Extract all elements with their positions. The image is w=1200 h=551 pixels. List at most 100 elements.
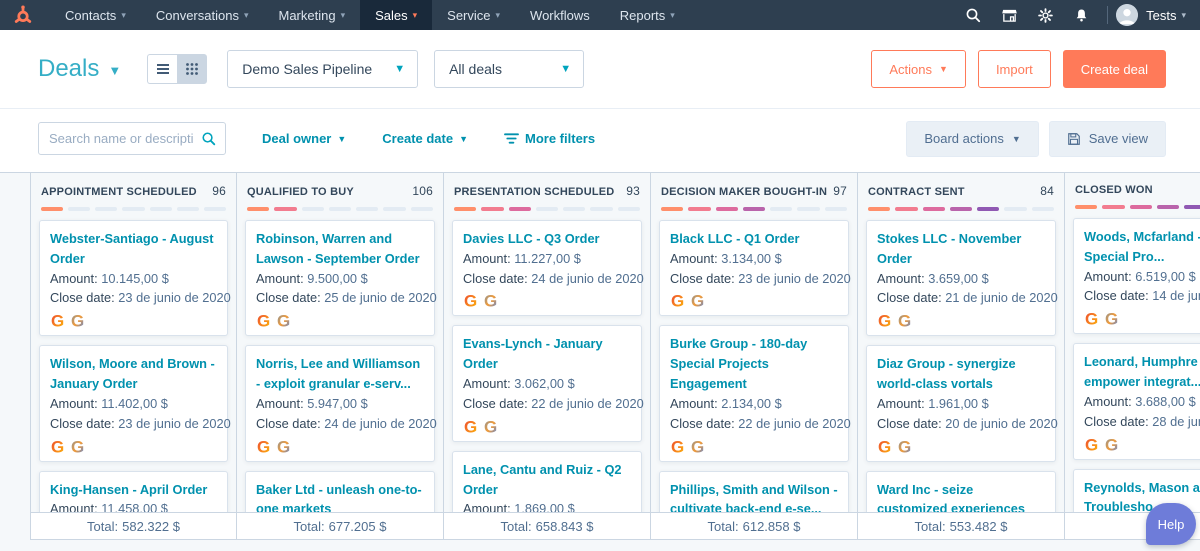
notifications-icon[interactable]: [1063, 0, 1099, 30]
nav-item-sales[interactable]: Sales ▾: [360, 0, 433, 30]
search-icon[interactable]: [955, 0, 991, 30]
deal-card[interactable]: Stokes LLC - November Order Amount: 3.659…: [866, 220, 1058, 337]
page-title[interactable]: Deals ▼: [38, 55, 121, 83]
svg-text:G: G: [671, 292, 684, 311]
create-deal-button[interactable]: Create deal: [1062, 50, 1166, 88]
import-button[interactable]: Import: [977, 50, 1051, 88]
nav-item-label: Conversations: [155, 7, 239, 23]
deal-card-title[interactable]: Norris, Lee and Williamson - exploit gra…: [256, 354, 424, 394]
deal-card-title[interactable]: Webster-Santiago - August Order: [50, 229, 217, 269]
deal-card[interactable]: Ward Inc - seize customized experiencesA…: [866, 470, 1056, 512]
deal-card[interactable]: Diaz Group - synergize world-class vorta…: [866, 345, 1058, 462]
svg-text:G: G: [1085, 435, 1098, 454]
amount-label: Amount:: [463, 376, 511, 392]
nav-item-service[interactable]: Service ▾: [432, 0, 515, 30]
nav-item-conversations[interactable]: Conversations ▾: [141, 0, 264, 30]
deals-view-select[interactable]: All deals ▼: [434, 50, 585, 88]
save-icon: [1067, 132, 1080, 145]
pipeline-select[interactable]: Demo Sales Pipeline ▼: [227, 50, 419, 88]
company-g-icon: G: [691, 437, 704, 456]
deal-card-title[interactable]: Stokes LLC - November Order: [877, 229, 1045, 269]
company-g-icon: G: [1085, 435, 1098, 454]
amount-value: 10.145,00 $: [101, 270, 169, 286]
chevron-down-icon: ▼: [459, 133, 469, 144]
deal-card[interactable]: Black LLC - Q1 Order Amount: 3.134,00 $ Cl…: [659, 220, 851, 317]
company-g-icon: G: [277, 312, 290, 331]
deal-card-title[interactable]: Ward Inc - seize customized experiences: [877, 480, 1045, 512]
deal-card-title[interactable]: Robinson, Warren and Lawson - September …: [256, 229, 424, 269]
company-logos: GG: [1084, 435, 1200, 454]
account-menu[interactable]: Tests ▾: [1146, 8, 1186, 23]
deal-card-title[interactable]: Evans-Lynch - January Order: [463, 334, 631, 374]
column-cards: Stokes LLC - November Order Amount: 3.659…: [858, 211, 1064, 512]
svg-text:G: G: [1105, 310, 1118, 329]
nav-item-contacts[interactable]: Contacts ▾: [50, 0, 141, 30]
actions-button[interactable]: Actions ▼: [871, 50, 966, 88]
create-date-filter[interactable]: Create date ▼: [382, 131, 468, 146]
deal-amount-row: Amount: 11.227,00 $: [463, 249, 631, 269]
amount-value: 6.519,00 $: [1135, 268, 1196, 284]
avatar[interactable]: [1116, 4, 1139, 26]
deal-card-title[interactable]: Davies LLC - Q3 Order: [463, 229, 631, 249]
hubspot-logo-icon[interactable]: [12, 4, 34, 26]
help-button[interactable]: Help: [1146, 503, 1196, 545]
view-toggle: [147, 54, 208, 84]
deal-card[interactable]: Woods, Mcfarland - 30-day Special Pro...…: [1073, 218, 1200, 335]
search-input[interactable]: [49, 131, 201, 146]
deal-card-title[interactable]: Woods, Mcfarland - 30-day Special Pro...: [1084, 227, 1200, 267]
deal-card-title[interactable]: Diaz Group - synergize world-class vorta…: [877, 354, 1045, 394]
search-icon: [202, 132, 216, 146]
deal-card-title[interactable]: Baker Ltd - unleash one-to-one markets: [256, 480, 424, 512]
deal-card[interactable]: Davies LLC - Q3 Order Amount: 11.227,00 $…: [452, 220, 644, 317]
company-logos: GG: [670, 291, 838, 311]
nav-item-label: Workflows: [530, 7, 590, 23]
svg-text:G: G: [71, 437, 84, 456]
company-g-icon: G: [51, 312, 64, 331]
company-g-icon: G: [257, 312, 270, 331]
company-g-icon: G: [898, 437, 911, 456]
deal-card[interactable]: Phillips, Smith and Wilson - cultivate b…: [659, 470, 849, 512]
settings-icon[interactable]: [1027, 0, 1063, 30]
deal-close-date-row: Close date: 21 de junio de 2020: [877, 288, 1058, 308]
chevron-down-icon: ▼: [337, 133, 347, 144]
chevron-down-icon: ▼: [108, 63, 122, 78]
deal-close-date-row: Close date: 23 de junio de 2020: [670, 269, 851, 289]
board-view-button[interactable]: [177, 54, 208, 84]
more-filters-icon: [504, 133, 519, 144]
deal-card[interactable]: Wilson, Moore and Brown - January Order A…: [39, 345, 231, 462]
deal-card[interactable]: Burke Group - 180-day Special Projects E…: [659, 325, 851, 462]
nav-item-reports[interactable]: Reports ▾: [605, 0, 690, 30]
nav-item-workflows[interactable]: Workflows: [515, 0, 605, 30]
column-cards: Woods, Mcfarland - 30-day Special Pro...…: [1065, 209, 1200, 512]
deal-card-title[interactable]: King-Hansen - April Order: [50, 480, 217, 500]
more-filters-label: More filters: [525, 131, 596, 146]
deal-card-title[interactable]: Black LLC - Q1 Order: [670, 229, 838, 249]
marketplace-icon[interactable]: [991, 0, 1027, 30]
nav-item-marketing[interactable]: Marketing ▾: [263, 0, 360, 30]
board-actions-button[interactable]: Board actions ▼: [906, 120, 1039, 157]
deal-card[interactable]: King-Hansen - April Order Amount: 11.458,…: [39, 470, 228, 512]
more-filters-button[interactable]: More filters: [504, 131, 595, 146]
deal-amount-row: Amount: 11.402,00 $: [50, 394, 217, 414]
deal-card[interactable]: Leonard, Humphre - empower integrat... Am…: [1073, 343, 1200, 460]
deal-card[interactable]: Evans-Lynch - January Order Amount: 3.062…: [452, 325, 644, 442]
deal-owner-filter[interactable]: Deal owner ▼: [262, 131, 346, 146]
deal-card[interactable]: Lane, Cantu and Ruiz - Q2 Order Amount: 1…: [452, 450, 642, 512]
deal-card[interactable]: Webster-Santiago - August Order Amount: 1…: [39, 220, 231, 337]
deal-card[interactable]: Robinson, Warren and Lawson - September …: [245, 220, 437, 337]
deal-card[interactable]: Baker Ltd - unleash one-to-one marketsAm…: [245, 470, 435, 512]
nav-divider: [1107, 6, 1109, 24]
save-view-button[interactable]: Save view: [1048, 120, 1166, 157]
company-logos: GG: [670, 437, 838, 456]
column-name: APPOINTMENT SCHEDULED: [41, 186, 197, 198]
list-view-button[interactable]: [147, 54, 178, 84]
company-logos: GG: [1084, 309, 1200, 329]
deal-card-title[interactable]: Leonard, Humphre - empower integrat...: [1084, 352, 1200, 392]
deal-card-title[interactable]: Wilson, Moore and Brown - January Order: [50, 354, 217, 394]
deal-card-title[interactable]: Lane, Cantu and Ruiz - Q2 Order: [463, 460, 631, 500]
deal-card-title[interactable]: Burke Group - 180-day Special Projects E…: [670, 334, 838, 393]
deal-card-title[interactable]: Phillips, Smith and Wilson - cultivate b…: [670, 480, 838, 512]
pipeline-select-value: Demo Sales Pipeline: [242, 61, 373, 77]
deal-card[interactable]: Norris, Lee and Williamson - exploit gra…: [245, 345, 437, 462]
svg-text:G: G: [257, 437, 270, 456]
